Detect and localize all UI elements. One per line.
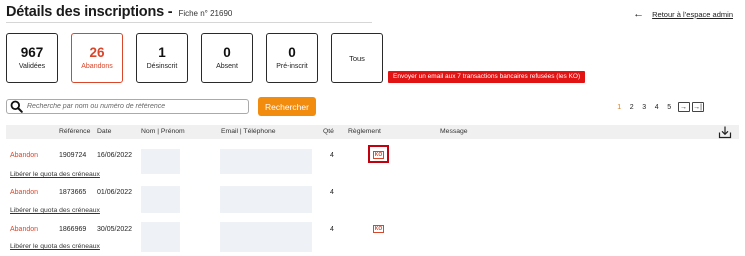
redacted-name (141, 149, 180, 174)
liberer-quota-link[interactable]: Libérer le quota des créneaux (10, 242, 105, 251)
page-link-2[interactable]: 2 (626, 104, 639, 111)
col-date: Date (97, 128, 112, 135)
stat-card-validees[interactable]: 967 Validées (6, 33, 58, 83)
stat-label: Pré-inscrit (276, 63, 308, 71)
next-page-button[interactable]: → (677, 102, 690, 112)
col-reference: Référence (59, 128, 91, 135)
redacted-email (220, 222, 312, 252)
page-title: Détails des inscriptions - (6, 4, 173, 20)
row-status: Abandon (10, 152, 39, 159)
search-box (6, 99, 249, 114)
title-divider (6, 22, 372, 23)
back-link-label[interactable]: Retour à l’espace admin (652, 10, 733, 19)
search-input[interactable] (27, 103, 247, 110)
col-email-telephone: Email | Téléphone (221, 128, 276, 135)
row-status: Abandon (10, 226, 39, 233)
liberer-quota-link[interactable]: Libérer le quota des créneaux (10, 170, 105, 179)
row-status: Abandon (10, 189, 39, 196)
stat-count: 967 (20, 44, 44, 60)
page-link-5[interactable]: 5 (663, 104, 676, 111)
ko-badge: KO (373, 151, 384, 159)
pagination: 1 2 3 4 5 → →| (613, 102, 704, 112)
stat-card-abandons[interactable]: 26 Abandons (71, 33, 123, 83)
arrow-right-icon: → (680, 103, 687, 111)
row-qty: 4 (330, 226, 334, 233)
col-reglement: Règlement (348, 128, 381, 135)
stat-label: Tous (349, 53, 365, 63)
redacted-email (220, 186, 312, 213)
table-header: Référence Date Nom | Prénom Email | Télé… (6, 125, 739, 139)
row-reference: 1873665 (59, 189, 87, 196)
col-qte: Qté (323, 128, 334, 135)
fiche-number: Fiche n° 21690 (178, 9, 233, 18)
stat-count: 0 (223, 44, 231, 60)
ko-badge: KO (373, 225, 384, 233)
stat-count: 1 (158, 44, 166, 60)
arrow-to-end-icon: →| (693, 103, 702, 111)
email-ko-transactions-button[interactable]: Envoyer un email aux 7 transactions banc… (388, 71, 586, 83)
stat-card-pre-inscrit[interactable]: 0 Pré-inscrit (266, 33, 318, 83)
stat-label: Désinscrit (146, 63, 178, 71)
stat-card-tous[interactable]: Tous (331, 33, 383, 83)
search-icon (10, 100, 23, 113)
stat-label: Abandons (81, 63, 113, 71)
search-button[interactable]: Rechercher (258, 97, 316, 116)
redacted-email (220, 149, 312, 174)
col-nom-prenom: Nom | Prénom (141, 128, 185, 135)
row-qty: 4 (330, 152, 334, 159)
stat-card-desinscrit[interactable]: 1 Désinscrit (136, 33, 188, 83)
page-link-1[interactable]: 1 (613, 104, 626, 111)
row-date: 30/05/2022 (97, 226, 133, 233)
page-link-3[interactable]: 3 (638, 104, 651, 111)
page-link-4[interactable]: 4 (651, 104, 664, 111)
redacted-name (141, 186, 180, 213)
stat-label: Validées (18, 63, 46, 71)
liberer-quota-link[interactable]: Libérer le quota des créneaux (10, 206, 105, 215)
redacted-name (141, 222, 180, 252)
back-link[interactable]: ← Retour à l’espace admin (633, 9, 733, 20)
col-message: Message (440, 128, 468, 135)
stat-label: Absent (216, 63, 238, 71)
row-qty: 4 (330, 189, 334, 196)
row-reference: 1909724 (59, 152, 87, 159)
row-reference: 1866969 (59, 226, 87, 233)
row-date: 01/06/2022 (97, 189, 133, 196)
stat-count: 0 (288, 44, 296, 60)
row-date: 16/06/2022 (97, 152, 133, 159)
stat-card-absent[interactable]: 0 Absent (201, 33, 253, 83)
arrow-left-icon: ← (633, 8, 645, 20)
last-page-button[interactable]: →| (691, 102, 704, 112)
status-filter-cards: 967 Validées 26 Abandons 1 Désinscrit 0 … (6, 33, 396, 83)
page-title-row: Détails des inscriptions - Fiche n° 2169… (6, 4, 232, 20)
stat-count: 26 (89, 44, 105, 60)
download-icon[interactable] (718, 125, 732, 139)
